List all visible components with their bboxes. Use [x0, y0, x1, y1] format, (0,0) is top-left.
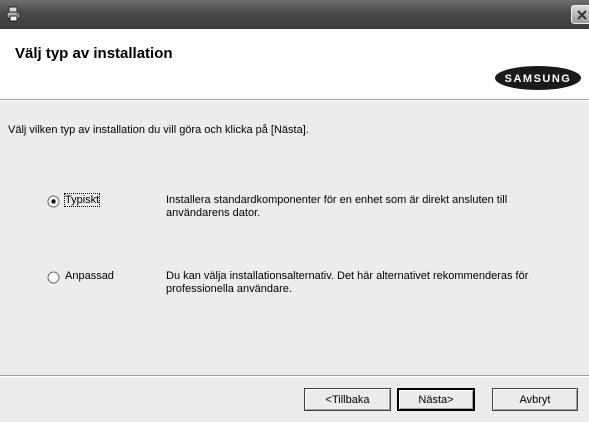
- svg-text:SAMSUNG: SAMSUNG: [505, 73, 572, 85]
- header-divider-highlight: [0, 100, 589, 101]
- header-panel: Välj typ av installation SAMSUNG: [0, 29, 589, 99]
- cancel-button[interactable]: Avbryt: [492, 388, 578, 411]
- close-button[interactable]: [571, 5, 589, 24]
- option-description-typical: Installera standardkomponenter för en en…: [166, 194, 508, 219]
- printer-setup-icon: [6, 6, 21, 22]
- installer-window: Välj typ av installation SAMSUNG Välj vi…: [0, 0, 589, 422]
- samsung-logo: SAMSUNG: [495, 66, 581, 90]
- title-bar[interactable]: [0, 0, 589, 29]
- close-icon: [577, 10, 587, 20]
- instruction-text: Välj vilken typ av installation du vill …: [8, 124, 309, 136]
- footer-divider-highlight: [0, 376, 589, 377]
- radio-custom[interactable]: [47, 271, 60, 284]
- option-label-typical[interactable]: Typiskt: [63, 193, 101, 207]
- back-button[interactable]: <Tillbaka: [304, 388, 391, 411]
- page-title: Välj typ av installation: [15, 45, 173, 62]
- option-description-custom: Du kan välja installationsalternativ. De…: [166, 270, 529, 295]
- radio-typical[interactable]: [47, 195, 60, 208]
- next-button[interactable]: Nästa>: [397, 388, 475, 411]
- option-label-custom[interactable]: Anpassad: [65, 270, 114, 282]
